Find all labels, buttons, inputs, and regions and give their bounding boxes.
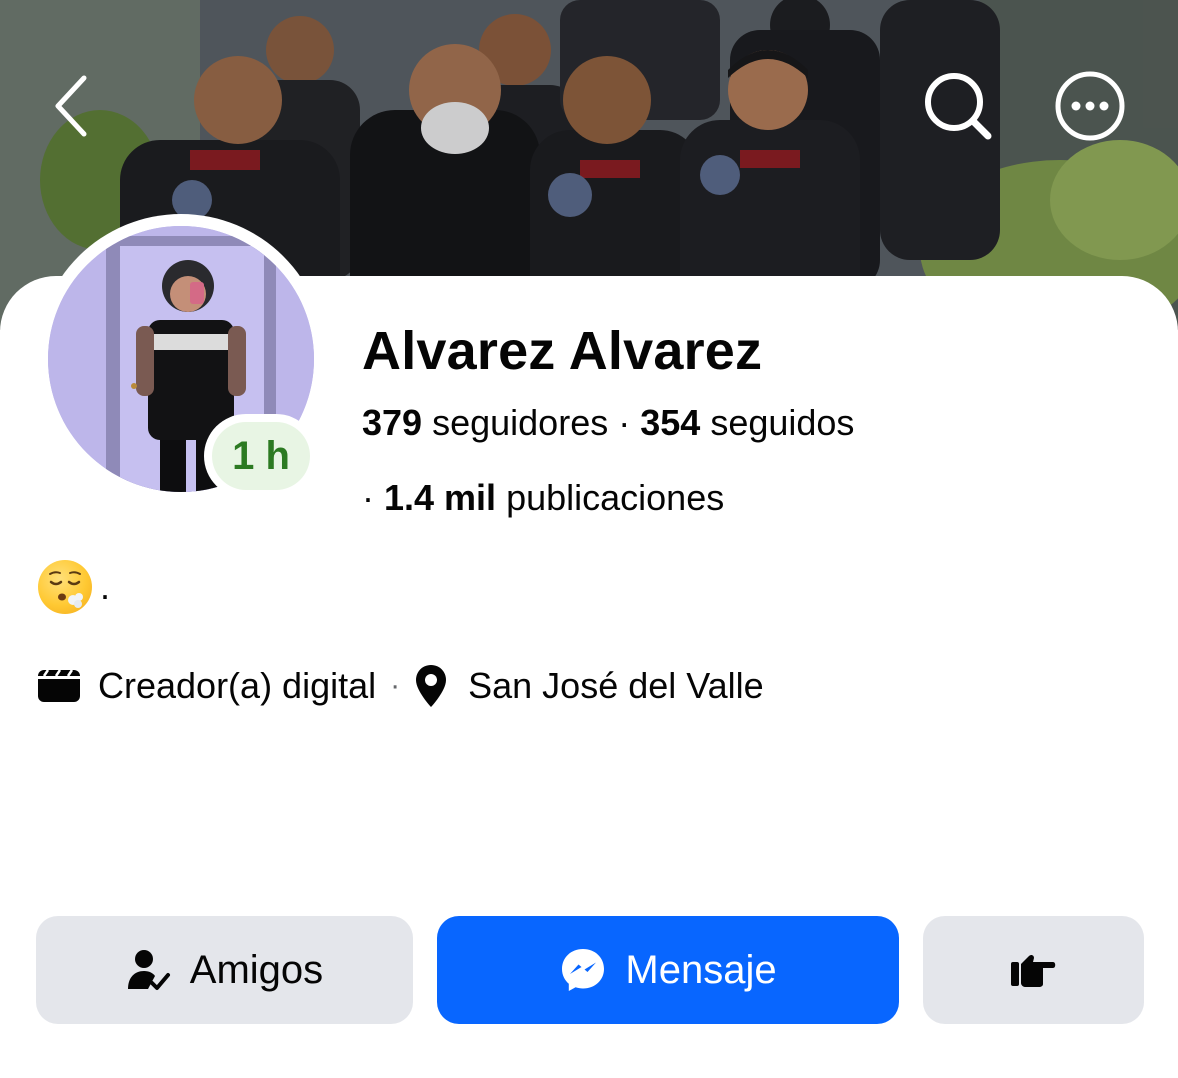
more-options-icon [1055,71,1125,141]
bio-text: . [100,566,111,607]
message-button[interactable]: Mensaje [437,916,899,1024]
friends-button-label: Amigos [189,947,324,992]
separator-dot: · [362,477,384,518]
back-button[interactable] [40,66,100,146]
separator-dot: · [390,669,401,702]
posts-count: 1.4 mil [384,477,497,518]
chevron-left-icon [55,75,87,137]
clapperboard-icon [38,669,80,702]
profile-details: Creador(a) digital · San José del Valle [36,660,764,712]
location-pin-icon [416,665,447,707]
following-count: 354 [640,402,701,443]
posts-label: publicaciones [506,477,725,518]
followers-count: 379 [362,402,423,443]
separator-dot: · [618,402,641,443]
active-status-label: 1 h [212,422,310,490]
follow-stats: 379 seguidores · 354 seguidos [362,402,854,444]
posts-stats: · 1.4 mil publicaciones [362,477,724,519]
active-status-badge: 1 h [204,414,318,498]
profile-name: Alvarez Alvarez [362,321,763,381]
friends-button[interactable]: Amigos [36,916,413,1024]
poke-hand-icon [1010,954,1055,987]
search-button[interactable] [918,66,998,146]
exhaling-face-emoji [38,560,92,614]
category-label: Creador(a) digital [98,665,377,706]
poke-button[interactable] [923,916,1144,1024]
profile-bio: . [38,560,110,614]
followers-link[interactable]: 379 seguidores [362,402,608,443]
following-label: seguidos [710,402,855,443]
more-options-button[interactable] [1050,66,1130,146]
location-label[interactable]: San José del Valle [468,665,764,707]
messenger-icon [562,949,605,991]
followers-label: seguidores [432,402,609,443]
message-button-label: Mensaje [625,947,777,992]
following-link[interactable]: 354 seguidos [640,402,854,443]
search-icon [925,73,992,140]
friends-check-icon [127,950,170,990]
